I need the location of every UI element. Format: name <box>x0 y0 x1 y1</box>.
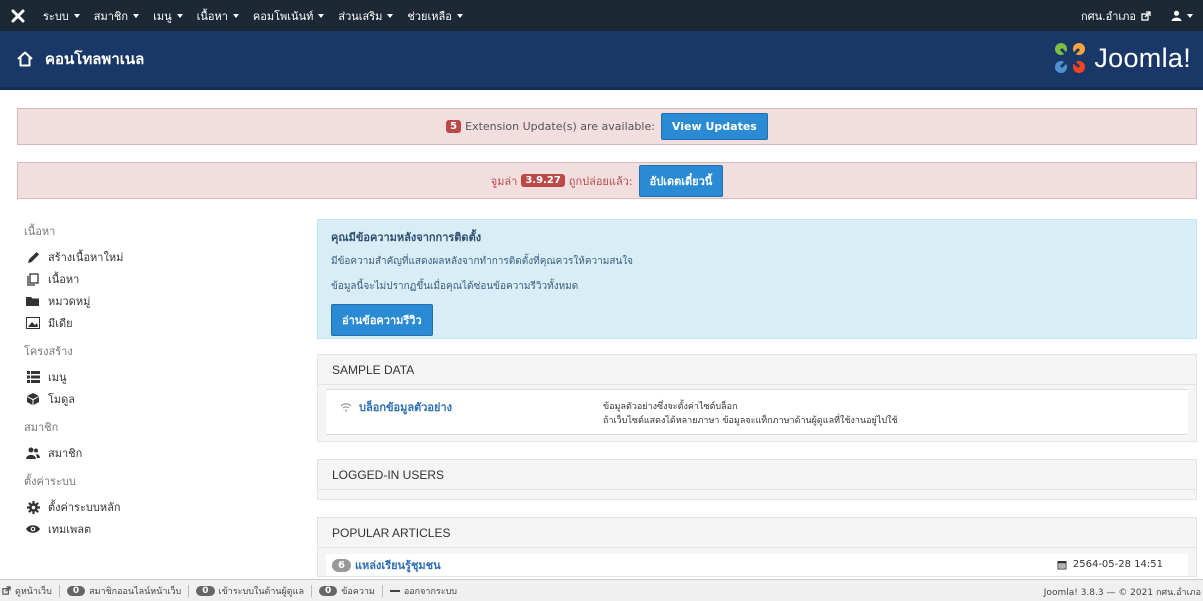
postinstall-line-2: ข้อมูลนี้จะไม่ปรากฏขึ้นเมื่อคุณได้ซ่อนข้… <box>331 281 579 292</box>
caret-down-icon <box>1187 13 1193 18</box>
external-link-icon <box>2 586 11 595</box>
sidebar-item-modules[interactable]: โมดูล <box>24 388 294 410</box>
logout-link[interactable]: ออกจากระบบ <box>383 585 464 597</box>
version-badge: 3.9.27 <box>521 174 565 187</box>
sidebar-item-global-config[interactable]: ตั้งค่าระบบหลัก <box>24 496 294 518</box>
sidebar: เนื้อหา สร้างเนื้อหาใหม่ เนื้อหา หมวดหมู… <box>24 222 294 540</box>
sidebar-heading-content: เนื้อหา <box>24 225 56 238</box>
sidebar-heading-users: สมาชิก <box>24 421 59 434</box>
read-messages-button[interactable]: อ่านข้อความรีวิว <box>331 304 433 336</box>
copy-icon <box>26 272 40 286</box>
joomla-logo-icon[interactable] <box>0 0 36 31</box>
caret-down-icon <box>232 13 239 18</box>
caret-down-icon <box>73 13 80 18</box>
joomla-logo-icon <box>1055 43 1086 73</box>
sidebar-item-categories[interactable]: หมวดหมู่ <box>24 290 294 312</box>
joomla-update-prefix: จูมล่า <box>490 174 518 188</box>
minus-icon <box>389 589 400 592</box>
joomla-brand: Joomla! <box>1052 40 1191 76</box>
article-title-link[interactable]: แหล่งเรียนรู้ชุมชน <box>355 556 441 574</box>
messages-count-badge: 0 <box>318 585 338 596</box>
wifi-icon <box>340 403 352 412</box>
caret-down-icon <box>133 13 140 18</box>
page-header: คอนโทลพาเนล Joomla! <box>0 31 1203 90</box>
visitors-online: 0 สมาชิกออนไลน์หน้าเว็บ <box>60 584 190 597</box>
calendar-icon <box>1057 560 1067 569</box>
menu-extensions[interactable]: ส่วนเสริม <box>331 0 400 31</box>
gear-icon <box>26 500 40 514</box>
postinstall-line-1: มีข้อความสำคัญที่แสดงผลหลังจากทำการติดตั… <box>331 256 634 267</box>
sample-data-row: บล็อกข้อมูลตัวอย่าง ข้อมูลตัวอย่างซึ่งจะ… <box>326 389 1188 435</box>
caret-down-icon <box>387 13 394 18</box>
messages-link[interactable]: 0 ข้อความ <box>312 584 383 597</box>
menu-menus[interactable]: เมนู <box>146 0 190 31</box>
sidebar-item-media[interactable]: มีเดีย <box>24 312 294 334</box>
popular-articles-heading: POPULAR ARTICLES <box>318 518 1196 548</box>
postinstall-heading: คุณมีข้อความหลังจากการติดตั้ง <box>331 231 482 244</box>
postinstall-panel: คุณมีข้อความหลังจากการติดตั้ง มีข้อความส… <box>317 219 1197 339</box>
sidebar-heading-config: ตั้งค่าระบบ <box>24 475 76 488</box>
menu-content[interactable]: เนื้อหา <box>190 0 246 31</box>
cube-icon <box>26 392 40 406</box>
menu-system[interactable]: ระบบ <box>36 0 87 31</box>
hits-badge: 6 <box>332 558 351 572</box>
joomla-update-alert: จูมล่า 3.9.27 ถูกปล่อยแล้ว: อัปเดตเดี๋ยว… <box>17 162 1197 199</box>
admins-count-badge: 0 <box>196 585 215 596</box>
popular-articles-module: POPULAR ARTICLES 6 แหล่งเรียนรู้ชุมชน 25… <box>317 517 1197 577</box>
sidebar-item-users[interactable]: สมาชิก <box>24 442 294 464</box>
menu-components[interactable]: คอมโพเน้นท์ <box>246 0 331 31</box>
main-menu: ระบบ สมาชิก เมนู เนื้อหา คอมโพเน้นท์ ส่ว… <box>36 0 470 31</box>
eye-icon <box>26 522 40 536</box>
sidebar-item-menus[interactable]: เมนู <box>24 366 294 388</box>
joomla-update-suffix: ถูกปล่อยแล้ว: <box>568 174 633 188</box>
page-title: คอนโทลพาเนล <box>45 50 145 68</box>
top-navbar: ระบบ สมาชิก เมนู เนื้อหา คอมโพเน้นท์ ส่ว… <box>0 0 1203 31</box>
folder-icon <box>26 294 40 308</box>
sidebar-item-articles[interactable]: เนื้อหา <box>24 268 294 290</box>
site-link[interactable]: กศน.อำเภอ <box>1071 0 1161 31</box>
users-icon <box>26 446 40 460</box>
sidebar-item-new-article[interactable]: สร้างเนื้อหาใหม่ <box>24 246 294 268</box>
home-icon <box>17 51 33 67</box>
user-icon <box>1171 10 1182 21</box>
extension-update-text: Extension Update(s) are available: <box>465 120 655 133</box>
sidebar-heading-structure: โครงสร้าง <box>24 345 73 358</box>
admins-online: 0 เข้าระบบในด้านผู้ดูแล <box>189 584 312 597</box>
logged-in-users-module: LOGGED-IN USERS <box>317 459 1197 500</box>
image-icon <box>26 316 40 330</box>
menu-help[interactable]: ช่วยเหลือ <box>400 0 469 31</box>
blog-sample-data-link[interactable]: บล็อกข้อมูลตัวอย่าง <box>340 398 452 416</box>
table-row: 6 แหล่งเรียนรู้ชุมชน 2564-05-28 14:51 <box>326 554 1188 576</box>
caret-down-icon <box>318 13 325 18</box>
sample-data-heading: SAMPLE DATA <box>318 355 1196 385</box>
view-site-link[interactable]: ดูหน้าเว็บ <box>0 584 60 597</box>
caret-down-icon <box>176 13 183 18</box>
logged-in-users-heading: LOGGED-IN USERS <box>318 460 1196 490</box>
caret-down-icon <box>456 13 463 18</box>
sample-data-module: SAMPLE DATA บล็อกข้อมูลตัวอย่าง ข้อมูลตั… <box>317 354 1197 442</box>
status-bar: ดูหน้าเว็บ 0 สมาชิกออนไลน์หน้าเว็บ 0 เข้… <box>0 579 1203 601</box>
sample-data-description: ข้อมูลตัวอย่างซึ่งจะตั้งค่าไซต์บล็อก ถ้า… <box>603 402 898 426</box>
article-date: 2564-05-28 14:51 <box>1057 559 1163 570</box>
version-text: Joomla! 3.8.3 — © 2021 กศน.อำเภอ <box>1043 588 1201 598</box>
user-menu[interactable] <box>1161 0 1203 31</box>
list-icon <box>26 370 40 384</box>
sidebar-item-templates[interactable]: เทมเพลต <box>24 518 294 540</box>
visitors-count-badge: 0 <box>66 585 86 596</box>
view-updates-button[interactable]: View Updates <box>660 113 768 140</box>
pencil-icon <box>26 250 40 264</box>
update-now-button[interactable]: อัปเดตเดี๋ยวนี้ <box>638 164 724 197</box>
menu-users[interactable]: สมาชิก <box>87 0 146 31</box>
external-link-icon <box>1141 10 1151 21</box>
update-count-badge: 5 <box>446 120 462 133</box>
joomla-wordmark: Joomla! <box>1094 42 1191 73</box>
extension-update-alert: 5 Extension Update(s) are available: Vie… <box>17 108 1197 145</box>
